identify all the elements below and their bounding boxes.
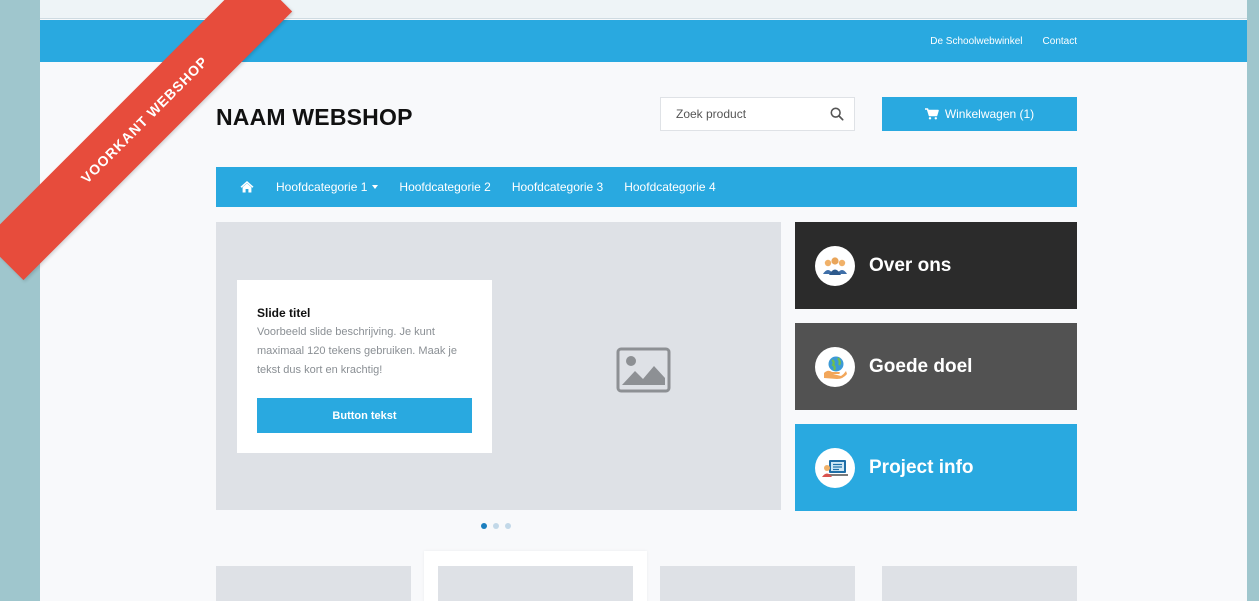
slider-dot[interactable] xyxy=(505,523,511,529)
top-links: De Schoolwebwinkel Contact xyxy=(930,20,1077,62)
hero-slider: Slide titel Voorbeeld slide beschrijving… xyxy=(216,222,781,510)
webshop-page: De Schoolwebwinkel Contact NAAM WEBSHOP … xyxy=(40,0,1247,601)
ribbon-fold xyxy=(12,255,24,295)
slide-title: Slide titel xyxy=(257,306,311,320)
shop-logo[interactable]: NAAM WEBSHOP xyxy=(216,104,413,131)
slider-dot[interactable] xyxy=(493,523,499,529)
cart-button[interactable]: Winkelwagen (1) xyxy=(882,97,1077,131)
search-icon[interactable] xyxy=(830,107,844,121)
slider-dots xyxy=(481,523,511,529)
home-icon[interactable] xyxy=(240,180,254,194)
slide-card: Slide titel Voorbeeld slide beschrijving… xyxy=(237,280,492,453)
top-link-schoolwebwinkel[interactable]: De Schoolwebwinkel xyxy=(930,36,1022,47)
tile-label: Goede doel xyxy=(869,356,973,377)
tile-goede-doel[interactable]: Goede doel xyxy=(795,323,1077,410)
team-icon xyxy=(815,246,855,286)
slide-description: Voorbeeld slide beschrijving. Je kunt ma… xyxy=(257,326,457,376)
nav-item-label: Hoofdcategorie 1 xyxy=(276,180,368,194)
nav-item-hoofdcategorie-3[interactable]: Hoofdcategorie 3 xyxy=(512,180,603,194)
product-card[interactable] xyxy=(882,566,1077,601)
cart-label: Winkelwagen (1) xyxy=(944,107,1035,121)
nav-item-label: Hoofdcategorie 2 xyxy=(399,180,491,194)
top-bar: De Schoolwebwinkel Contact xyxy=(40,20,1247,62)
slider-dot[interactable] xyxy=(481,523,487,529)
image-placeholder-icon xyxy=(616,347,671,393)
cart-icon xyxy=(924,108,939,120)
tile-label: Project info xyxy=(869,457,974,478)
main-nav: Hoofdcategorie 1 Hoofdcategorie 2 Hoofdc… xyxy=(216,167,1077,207)
nav-item-label: Hoofdcategorie 3 xyxy=(511,180,604,194)
product-card[interactable] xyxy=(660,566,855,601)
tile-over-ons[interactable]: Over ons xyxy=(795,222,1077,309)
product-card[interactable] xyxy=(216,566,411,601)
chevron-down-icon xyxy=(372,185,379,189)
top-link-contact[interactable]: Contact xyxy=(1043,36,1077,47)
nav-item-label: Hoofdcategorie 4 xyxy=(624,180,716,194)
presentation-icon xyxy=(815,448,855,488)
tile-project-info[interactable]: Project info xyxy=(795,424,1077,511)
search-input[interactable] xyxy=(661,98,821,130)
tile-label: Over ons xyxy=(869,255,952,276)
nav-item-hoofdcategorie-2[interactable]: Hoofdcategorie 2 xyxy=(399,180,490,194)
globe-hand-icon xyxy=(815,347,855,387)
browser-top-strip xyxy=(40,0,1247,19)
search-box xyxy=(660,97,855,131)
nav-item-hoofdcategorie-4[interactable]: Hoofdcategorie 4 xyxy=(624,180,715,194)
nav-item-hoofdcategorie-1[interactable]: Hoofdcategorie 1 xyxy=(276,180,379,194)
product-card-image xyxy=(438,566,633,601)
slide-button[interactable]: Button tekst xyxy=(257,398,472,433)
